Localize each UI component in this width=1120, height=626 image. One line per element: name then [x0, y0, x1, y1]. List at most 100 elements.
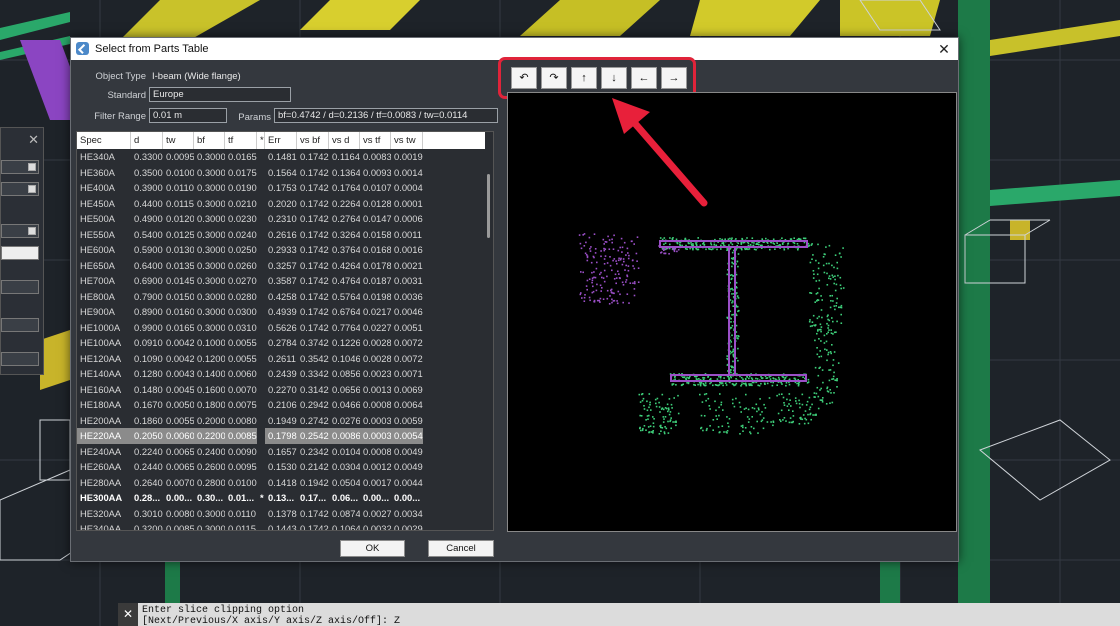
- table-cell: 0.1530: [268, 461, 297, 472]
- command-line-close-icon[interactable]: ✕: [118, 603, 138, 626]
- table-row[interactable]: HE300AA 0.28... 0.00... 0.30... 0.01... * 0.13…: [77, 490, 487, 506]
- standard-field[interactable]: Europe: [149, 87, 291, 102]
- table-cell: 0.0304: [332, 461, 360, 472]
- side-panel-button[interactable]: [1, 246, 39, 260]
- table-row[interactable]: HE260AA 0.2440 0.0065 0.2600 0.0095 0.1530 0.2…: [77, 459, 487, 475]
- table-row[interactable]: HE1000A 0.9900 0.0165 0.3000 0.0310 0.5626 0.1…: [77, 320, 487, 336]
- table-cell: 0.0178: [363, 259, 391, 271]
- section-viewport[interactable]: [507, 92, 957, 532]
- filter-range-field[interactable]: 0.01 m: [149, 108, 227, 123]
- side-panel-dropdown-1[interactable]: [1, 160, 39, 174]
- side-panel-field-3[interactable]: [1, 352, 39, 366]
- table-row[interactable]: HE180AA 0.1670 0.0050 0.1800 0.0075 0.2106 0.2…: [77, 397, 487, 413]
- table-row[interactable]: HE360A 0.3500 0.0100 0.3000 0.0175 0.1564 0.17…: [77, 165, 487, 181]
- table-row[interactable]: HE500A 0.4900 0.0120 0.3000 0.0230 0.2310 0.17…: [77, 211, 487, 227]
- side-panel-field-2[interactable]: [1, 318, 39, 332]
- ok-button[interactable]: OK: [340, 540, 405, 557]
- table-cell: 0.2000: [197, 414, 225, 426]
- table-row[interactable]: HE700A 0.6900 0.0145 0.3000 0.0270 0.3587 0.17…: [77, 273, 487, 289]
- table-header-cell[interactable]: tw: [163, 132, 194, 149]
- cancel-button[interactable]: Cancel: [428, 540, 494, 557]
- table-cell: 0.0093: [363, 166, 391, 178]
- table-row[interactable]: HE650A 0.6400 0.0135 0.3000 0.0260 0.3257 0.17…: [77, 258, 487, 274]
- table-header-cell[interactable]: vs d: [329, 132, 360, 149]
- chevron-down-icon: [28, 185, 36, 193]
- table-cell: 0.2439: [268, 368, 297, 379]
- table-cell: 0.2270: [268, 383, 297, 395]
- table-cell: 0.0300: [228, 306, 257, 317]
- table-row[interactable]: HE800A 0.7900 0.0150 0.3000 0.0280 0.4258 0.17…: [77, 289, 487, 305]
- table-scrollbar[interactable]: [485, 132, 493, 530]
- table-cell: 0.0065: [166, 461, 194, 472]
- table-row[interactable]: HE120AA 0.1090 0.0042 0.1200 0.0055 0.2611 0.3…: [77, 351, 487, 367]
- table-cell: 0.1600: [197, 383, 225, 395]
- table-header-cell[interactable]: *: [257, 132, 265, 149]
- table-cell: HE500A: [80, 213, 115, 224]
- side-panel-close-icon[interactable]: ✕: [28, 132, 39, 148]
- side-panel-dropdown-2[interactable]: [1, 182, 39, 196]
- params-field[interactable]: bf=0.4742 / d=0.2136 / tf=0.0083 / tw=0.…: [274, 108, 498, 123]
- table-cell: 0.4764: [332, 275, 360, 286]
- table-cell: 0.0008: [363, 399, 391, 410]
- table-cell: 0.0014: [394, 166, 423, 178]
- side-panel-dropdown-3[interactable]: [1, 224, 39, 238]
- table-cell: 0.30...: [197, 492, 224, 503]
- side-panel-field-1[interactable]: [1, 280, 39, 294]
- close-icon[interactable]: ✕: [936, 38, 952, 60]
- table-cell: 0.3000: [197, 244, 225, 255]
- table-cell: HE180AA: [80, 399, 122, 410]
- table-cell: 0.0075: [228, 399, 257, 410]
- table-header-cell[interactable]: bf: [194, 132, 225, 149]
- table-cell: 0.0065: [166, 445, 194, 457]
- table-cell: 0.13...: [268, 492, 295, 503]
- table-row[interactable]: HE220AA 0.2050 0.0060 0.2200 0.0085 0.1798 0.2…: [77, 428, 487, 444]
- table-cell: 0.3500: [134, 166, 163, 178]
- table-cell: 0.1753: [268, 182, 297, 193]
- table-cell: 0.2020: [268, 197, 297, 209]
- table-header-cell[interactable]: Err: [265, 132, 297, 149]
- table-row[interactable]: HE450A 0.4400 0.0115 0.3000 0.0210 0.2020 0.17…: [77, 196, 487, 212]
- table-cell: 0.3000: [197, 228, 225, 240]
- table-cell: 0.0003: [360, 428, 391, 444]
- table-cell: 0.2310: [268, 213, 297, 224]
- table-cell: 0.0055: [166, 414, 194, 426]
- params-label: Params: [238, 112, 271, 123]
- table-row[interactable]: HE400A 0.3900 0.0110 0.3000 0.0190 0.1753 0.17…: [77, 180, 487, 196]
- table-row[interactable]: HE340AA 0.3200 0.0085 0.3000 0.0115 0.1443 0.1…: [77, 521, 487, 531]
- table-header-cell[interactable]: vs tw: [391, 132, 423, 149]
- table-row[interactable]: HE160AA 0.1480 0.0045 0.1600 0.0070 0.2270 0.3…: [77, 382, 487, 398]
- table-cell: 0.1200: [197, 352, 225, 364]
- table-header-cell[interactable]: tf: [225, 132, 257, 149]
- table-cell: [257, 289, 265, 305]
- table-row[interactable]: HE320AA 0.3010 0.0080 0.3000 0.0110 0.1378 0.1…: [77, 506, 487, 522]
- table-cell: 0.6400: [134, 259, 163, 271]
- table-cell: 0.0028: [363, 352, 391, 364]
- table-cell: 0.0021: [394, 259, 423, 271]
- table-header-cell[interactable]: Spec: [77, 132, 131, 149]
- table-header-cell[interactable]: vs bf: [297, 132, 329, 149]
- command-line[interactable]: ✕ Enter slice clipping option [Next/Prev…: [118, 603, 1120, 626]
- table-cell: 0.0466: [332, 399, 360, 410]
- table-cell: 0.0003: [363, 414, 391, 426]
- table-cell: [257, 242, 265, 258]
- table-row[interactable]: HE100AA 0.0910 0.0042 0.1000 0.0055 0.2784 0.3…: [77, 335, 487, 351]
- table-row[interactable]: HE900A 0.8900 0.0160 0.3000 0.0300 0.4939 0.17…: [77, 304, 487, 320]
- table-row[interactable]: HE280AA 0.2640 0.0070 0.2800 0.0100 0.1418 0.1…: [77, 475, 487, 491]
- table-cell: 0.1742: [300, 166, 329, 178]
- table-row[interactable]: HE600A 0.5900 0.0130 0.3000 0.0250 0.2933 0.17…: [77, 242, 487, 258]
- table-cell: 0.1064: [332, 523, 360, 531]
- table-cell: 0.1657: [268, 445, 297, 457]
- table-row[interactable]: HE140AA 0.1280 0.0043 0.1400 0.0060 0.2439 0.3…: [77, 366, 487, 382]
- parts-table[interactable]: Spec d tw bf tf * Err vs bf vs d vs tf vs tw HE340…: [76, 131, 494, 531]
- table-header-cell[interactable]: vs tf: [360, 132, 391, 149]
- table-cell: 0.2611: [268, 352, 296, 364]
- scroll-thumb[interactable]: [487, 174, 490, 238]
- table-row[interactable]: HE550A 0.5400 0.0125 0.3000 0.0240 0.2616 0.17…: [77, 227, 487, 243]
- table-row[interactable]: HE240AA 0.2240 0.0065 0.2400 0.0090 0.1657 0.2…: [77, 444, 487, 460]
- table-cell: 0.0049: [394, 445, 423, 457]
- table-cell: HE260AA: [80, 461, 122, 472]
- table-cell: 0.0874: [332, 507, 360, 519]
- table-header-cell[interactable]: d: [131, 132, 163, 149]
- table-row[interactable]: HE200AA 0.1860 0.0055 0.2000 0.0080 0.1949 0.2…: [77, 413, 487, 429]
- table-row[interactable]: HE340A 0.3300 0.0095 0.3000 0.0165 0.1481 0.17…: [77, 149, 487, 165]
